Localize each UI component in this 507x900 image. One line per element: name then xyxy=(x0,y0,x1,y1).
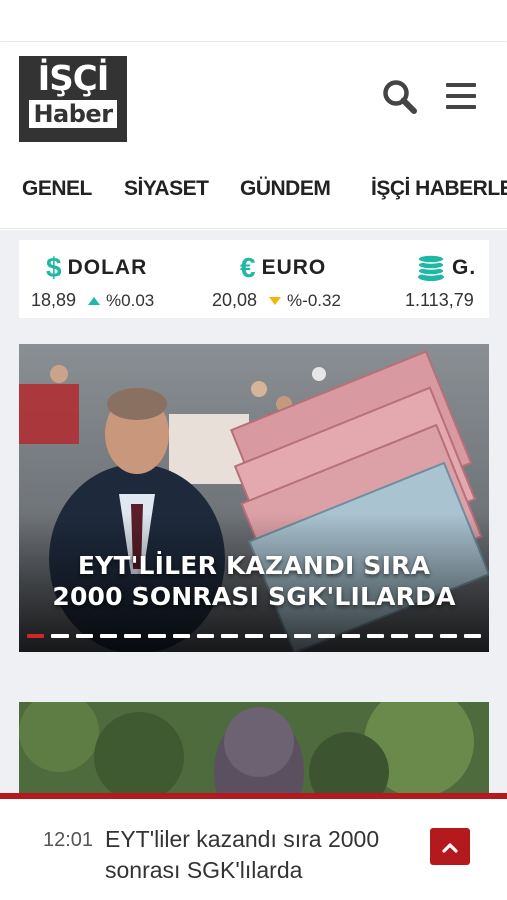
ticker-value: 1.113,79 xyxy=(405,290,474,310)
ticker-name: DOLAR xyxy=(67,256,148,279)
currency-ticker: $ DOLAR 18,89 %0.03 € EURO 20,08 %-0.32 xyxy=(19,240,489,318)
euro-icon: € xyxy=(240,252,256,283)
site-header: İŞÇİ Haber xyxy=(0,42,507,157)
ticker-item-gold[interactable]: G. 1.113,79 xyxy=(399,240,489,318)
dollar-icon: $ xyxy=(46,252,62,283)
slider-dot[interactable] xyxy=(51,634,69,638)
ticker-value: 18,89 xyxy=(31,290,77,310)
logo-text-bottom: Haber xyxy=(29,100,117,128)
chevron-up-icon xyxy=(442,842,458,853)
menu-button[interactable] xyxy=(444,81,478,111)
headline-title-line: EYT'LİLER KAZANDI SIRA xyxy=(77,551,431,580)
news-card-photo xyxy=(19,702,489,800)
news-card[interactable] xyxy=(19,702,489,800)
trend-down-icon xyxy=(269,296,282,305)
ticker-name: EURO xyxy=(261,256,327,279)
category-nav: GENEL SİYASET GÜNDEM İŞÇİ HABERLE xyxy=(0,157,507,229)
slider-dot[interactable] xyxy=(366,634,384,638)
headline-title-line: 2000 SONRASI SGK'LILARDA xyxy=(52,582,456,611)
slider-dot[interactable] xyxy=(124,634,142,638)
ticker-change: %0.03 xyxy=(106,290,155,310)
slider-dot[interactable] xyxy=(27,634,45,638)
slider-dot[interactable] xyxy=(221,634,239,638)
slider-dot[interactable] xyxy=(245,634,263,638)
ticker-name: G. xyxy=(452,256,477,279)
slider-dot[interactable] xyxy=(293,634,312,638)
scroll-up-button[interactable] xyxy=(430,828,470,865)
status-strip xyxy=(0,0,507,42)
search-button[interactable] xyxy=(381,78,419,116)
slider-pagination xyxy=(27,634,482,638)
slider-dot[interactable] xyxy=(196,634,215,638)
slider-dot[interactable] xyxy=(342,634,360,638)
hamburger-menu-icon xyxy=(446,105,476,109)
ticker-item-euro[interactable]: € EURO 20,08 %-0.32 xyxy=(199,240,379,318)
slider-dot[interactable] xyxy=(463,634,482,638)
ticker-value: 20,08 xyxy=(212,290,258,310)
logo-text-top: İŞÇİ xyxy=(37,59,110,99)
nav-item-isci-haberleri[interactable]: İŞÇİ HABERLE xyxy=(371,177,507,201)
gold-coins-icon xyxy=(417,254,445,281)
slider-dot[interactable] xyxy=(148,634,166,638)
ticker-item-dolar[interactable]: $ DOLAR 18,89 %0.03 xyxy=(19,240,179,318)
breaking-news-time: 12:01 xyxy=(43,829,94,851)
slider-dot[interactable] xyxy=(415,634,433,638)
nav-item-gundem[interactable]: GÜNDEM xyxy=(240,177,331,201)
hamburger-menu-icon xyxy=(446,83,476,87)
hamburger-menu-icon xyxy=(446,94,476,98)
breaking-news-text[interactable]: EYT'liler kazandı sıra 2000 sonrası SGK'… xyxy=(105,824,425,886)
slider-dot[interactable] xyxy=(75,634,93,638)
slider-dot[interactable] xyxy=(318,634,336,638)
search-icon xyxy=(383,80,417,114)
breaking-news-bar[interactable]: 12:01 EYT'liler kazandı sıra 2000 sonras… xyxy=(0,793,507,900)
nav-item-genel[interactable]: GENEL xyxy=(22,177,92,201)
headline-slider[interactable]: EYT'LİLER KAZANDI SIRA 2000 SONRASI SGK'… xyxy=(19,344,489,652)
slider-dot[interactable] xyxy=(439,634,457,638)
trend-up-icon xyxy=(88,296,101,305)
ticker-change: %-0.32 xyxy=(287,290,341,310)
headline-title[interactable]: EYT'LİLER KAZANDI SIRA 2000 SONRASI SGK'… xyxy=(19,550,489,612)
site-logo[interactable]: İŞÇİ Haber xyxy=(19,56,127,142)
main-content: $ DOLAR 18,89 %0.03 € EURO 20,08 %-0.32 xyxy=(0,230,507,800)
slider-dot[interactable] xyxy=(99,634,118,638)
slider-dot[interactable] xyxy=(269,634,287,638)
slider-dot[interactable] xyxy=(390,634,409,638)
slider-dot[interactable] xyxy=(172,634,190,638)
nav-item-siyaset[interactable]: SİYASET xyxy=(124,177,209,201)
